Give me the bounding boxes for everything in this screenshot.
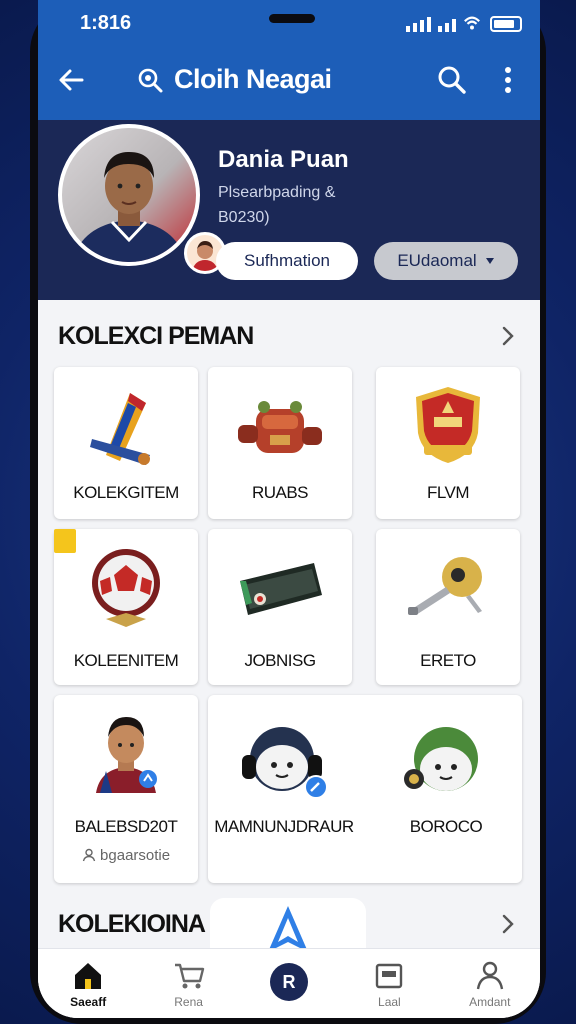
helmet-character-icon [404, 727, 478, 791]
collection-card[interactable]: MAMNUNJDRAUR [208, 695, 360, 883]
caret-down-icon [485, 258, 494, 264]
new-tag-icon [54, 529, 76, 553]
dropdown-label: EUdaomal [397, 251, 477, 270]
nav-item-home[interactable]: Saeaff [43, 959, 133, 1009]
collection-card[interactable]: FLVM [376, 367, 520, 519]
app-title: Cloih Neagai [136, 64, 332, 95]
collection-card[interactable]: KOLEENITEM [54, 529, 198, 685]
key-icon [408, 557, 482, 615]
app-bar: Cloih Neagai [38, 58, 540, 104]
bottom-nav: Saeaff Rena R Laal Amdant [38, 948, 540, 1018]
chevron-right-icon[interactable] [498, 324, 518, 348]
center-badge-icon: R [269, 963, 308, 1001]
nav-label: Laal [378, 995, 401, 1009]
collection-card[interactable]: BALEBSD20T bgaarsotie [54, 695, 198, 883]
nav-label: Saeaff [70, 995, 107, 1009]
arrow-left-icon[interactable] [56, 64, 88, 96]
wifi-icon [464, 16, 480, 30]
subscribe-label: Sufhmation [244, 251, 330, 270]
card-sublabel-text: bgaarsotie [100, 847, 171, 864]
collection-card[interactable]: JOBNISG [208, 529, 352, 685]
search-icon[interactable] [436, 64, 468, 96]
collection-card[interactable]: ERETO [376, 529, 520, 685]
home-icon [75, 963, 102, 989]
nav-item-inbox[interactable]: Laal [344, 959, 434, 1009]
header: 1:816 Cloih Neagai [38, 0, 540, 120]
card-label: BOROCO [409, 817, 483, 836]
collection-card[interactable]: BOROCO [370, 695, 522, 883]
card-label: KOLEENITEM [73, 651, 179, 670]
flag-pennant-icon [90, 393, 150, 465]
section-header-collection[interactable]: KOLEXCI PEMAN [58, 316, 518, 356]
card-label: ERETO [420, 651, 476, 670]
wristband-icon [240, 563, 322, 615]
card-label: BALEBSD20T [74, 817, 178, 836]
app-screen: 1:816 Cloih Neagai Dania Puan Plsearbpad… [38, 0, 540, 1018]
card-label: MAMNUNJDRAUR [214, 817, 354, 836]
status-time: 1:816 [80, 12, 132, 34]
profile-card: Dania Puan Plsearbpading & B0230) Sufhma… [38, 120, 540, 300]
user-icon [476, 961, 503, 990]
card-label: FLVM [426, 483, 470, 502]
search-badge-icon [138, 68, 163, 92]
nav-label: Rena [174, 995, 203, 1009]
avatar[interactable] [58, 124, 200, 266]
nav-item-center[interactable]: R [244, 959, 334, 1001]
profile-subtitle-line-1: Plsearbpading & [218, 184, 336, 201]
app-title-text: Cloih Neagai [174, 64, 332, 94]
shield-crest-icon [416, 387, 480, 463]
category-dropdown[interactable]: EUdaomal [374, 242, 518, 280]
collection-card[interactable]: RUABS [208, 367, 352, 519]
section-title: KOLEXCI PEMAN [58, 321, 254, 350]
section-title: KOLEKIOINA [58, 909, 206, 938]
player-portrait-icon [72, 152, 186, 262]
more-vertical-icon[interactable] [496, 64, 520, 96]
collection-content: KOLEXCI PEMAN KOLEKGITEM RUABS FLVM KOLE… [38, 300, 540, 950]
player-avatar-icon [96, 717, 157, 793]
chevron-right-icon[interactable] [498, 912, 518, 936]
soccer-ball-medal-icon [92, 549, 160, 627]
cart-icon [174, 963, 204, 989]
profile-subtitle-line-2: B0230) [218, 209, 270, 226]
subscribe-button[interactable]: Sufhmation [216, 242, 358, 280]
collection-card[interactable]: KOLEKGITEM [54, 367, 198, 519]
card-label: RUABS [251, 483, 309, 502]
collection-card-wide: MAMNUNJDRAUR BOROCO [208, 695, 522, 883]
signal-icon [406, 16, 456, 32]
backpack-cannon-icon [238, 401, 322, 453]
card-label: JOBNISG [244, 651, 316, 670]
camera-notch [269, 14, 315, 23]
nav-item-profile[interactable]: Amdant [445, 959, 535, 1009]
profile-name: Dania Puan [218, 146, 349, 173]
headphone-character-icon [242, 727, 328, 799]
profile-subtitle: Plsearbpading & B0230) [218, 180, 335, 230]
user-outline-icon [82, 848, 96, 862]
nav-item-shop[interactable]: Rena [144, 959, 234, 1009]
card-label: KOLEKGITEM [73, 483, 179, 502]
nav-label: Amdant [469, 995, 511, 1009]
card-sublabel: bgaarsotie [54, 847, 198, 864]
battery-icon [490, 16, 522, 32]
inbox-icon [376, 963, 403, 989]
